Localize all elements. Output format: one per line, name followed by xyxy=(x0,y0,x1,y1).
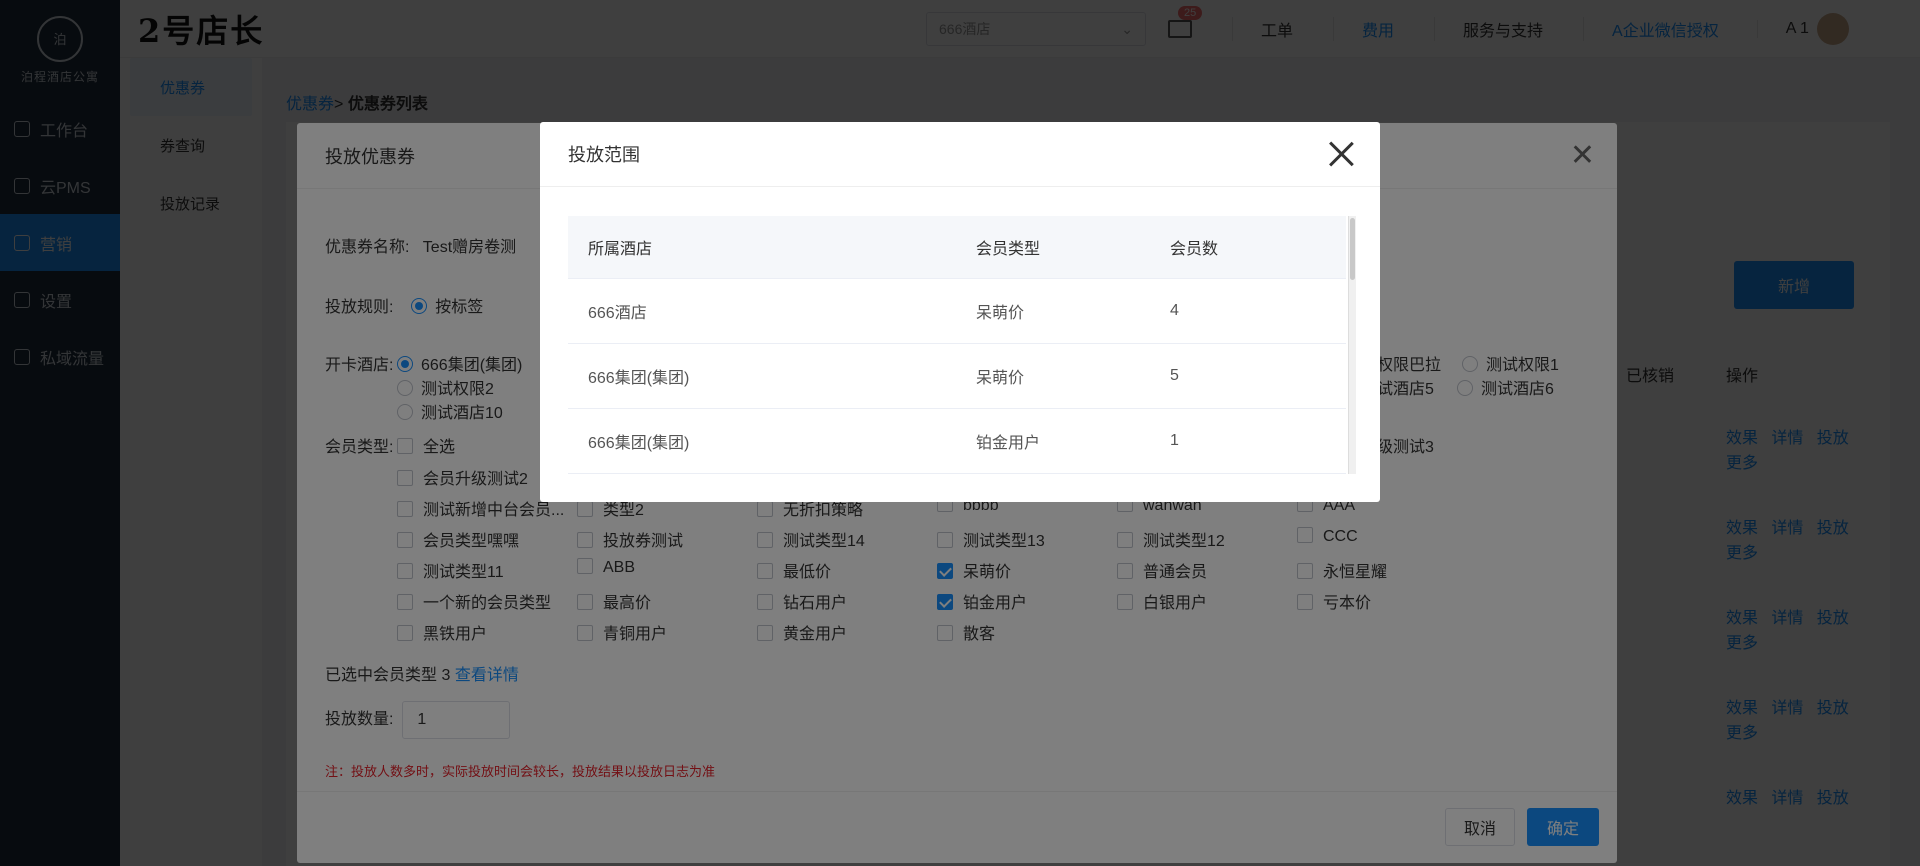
column-header-member-count: 会员数 xyxy=(1150,216,1346,279)
table-header-row: 所属酒店 会员类型 会员数 xyxy=(568,216,1346,279)
cell-member-count: 5 xyxy=(1150,343,1346,409)
column-header-member-type: 会员类型 xyxy=(956,216,1150,279)
cell-hotel: 666集团(集团) xyxy=(568,408,956,474)
scope-table-wrap: 所属酒店 会员类型 会员数 666酒店 呆萌价 4 666集团(集团) 呆萌价 … xyxy=(568,216,1356,474)
dialog-title: 投放范围 xyxy=(568,145,640,165)
scrollbar-thumb[interactable] xyxy=(1350,218,1355,280)
issue-scope-dialog: 投放范围 所属酒店 会员类型 会员数 666酒店 呆萌价 4 666集团(集团) xyxy=(540,122,1380,502)
cell-hotel: 666酒店 xyxy=(568,278,956,344)
cell-member-type: 呆萌价 xyxy=(956,343,1150,409)
cell-hotel: 666集团(集团) xyxy=(568,343,956,409)
table-row: 666集团(集团) 铂金用户 1 xyxy=(568,408,1346,474)
table-row: 666酒店 呆萌价 4 xyxy=(568,278,1346,344)
vertical-scrollbar[interactable] xyxy=(1348,216,1356,474)
scope-table: 所属酒店 会员类型 会员数 666酒店 呆萌价 4 666集团(集团) 呆萌价 … xyxy=(568,216,1346,474)
column-header-hotel: 所属酒店 xyxy=(568,216,956,279)
cell-member-count: 4 xyxy=(1150,278,1346,344)
cell-member-count: 1 xyxy=(1150,408,1346,474)
cell-member-type: 铂金用户 xyxy=(956,408,1150,474)
cell-member-type: 呆萌价 xyxy=(956,278,1150,344)
table-row: 666集团(集团) 呆萌价 5 xyxy=(568,343,1346,409)
close-icon[interactable] xyxy=(1328,138,1354,168)
dialog-header: 投放范围 xyxy=(540,122,1380,187)
